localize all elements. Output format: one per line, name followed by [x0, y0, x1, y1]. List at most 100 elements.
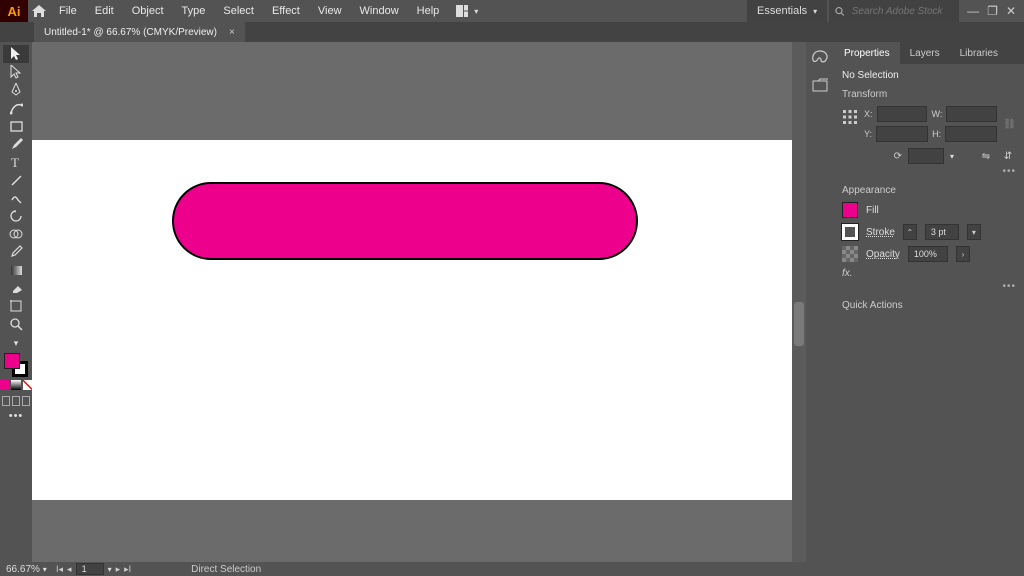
menu-view[interactable]: View	[309, 5, 351, 17]
opacity-field[interactable]: 100%	[908, 246, 948, 262]
pen-tool[interactable]	[3, 81, 29, 99]
document-tab[interactable]: Untitled-1* @ 66.67% (CMYK/Preview) ×	[34, 22, 245, 42]
more-options-icon[interactable]: •••	[842, 281, 1016, 292]
selection-tool[interactable]	[3, 45, 29, 63]
stroke-swatch[interactable]	[842, 224, 858, 240]
eraser-tool[interactable]	[3, 279, 29, 297]
paintbrush-tool[interactable]	[3, 135, 29, 153]
close-icon[interactable]: ✕	[1006, 4, 1016, 18]
color-panel-icon[interactable]	[811, 50, 829, 64]
rotate-icon: ⟳	[894, 151, 902, 162]
status-bar: 66.67% ▾ I◂ ◂ 1 ▾ ▸ ▸I Direct Selection	[0, 562, 1024, 576]
shaper-tool[interactable]	[3, 189, 29, 207]
chevron-down-icon: ▾	[813, 7, 817, 16]
opacity-swatch[interactable]	[842, 246, 858, 262]
w-field[interactable]	[946, 106, 997, 122]
workspace-switcher[interactable]: Essentials ▾	[747, 0, 827, 22]
current-tool-label: Direct Selection	[191, 564, 261, 575]
line-segment-tool[interactable]	[3, 171, 29, 189]
tab-close-icon[interactable]: ×	[229, 27, 235, 38]
workspace-label: Essentials	[757, 5, 807, 17]
fill-swatch[interactable]	[842, 202, 858, 218]
artboard-number-field[interactable]: 1	[76, 563, 104, 575]
opacity-expand-icon[interactable]: ›	[956, 246, 970, 262]
menu-object[interactable]: Object	[123, 5, 173, 17]
more-options-icon[interactable]: •••	[842, 166, 1016, 177]
canvas-area[interactable]	[32, 42, 806, 562]
vertical-scrollbar[interactable]	[792, 42, 806, 562]
search-icon	[835, 6, 845, 17]
next-artboard-icon[interactable]: ▸	[116, 564, 121, 575]
stroke-profile-dropdown[interactable]: ▾	[967, 224, 981, 240]
stroke-stepper-icon[interactable]: ⌃	[903, 224, 917, 240]
tab-properties[interactable]: Properties	[834, 42, 900, 64]
type-tool[interactable]: T	[3, 153, 29, 171]
more-tools-icon[interactable]: •••	[9, 410, 24, 422]
x-field[interactable]	[877, 106, 928, 122]
y-field[interactable]	[876, 126, 928, 142]
fill-swatch[interactable]	[4, 353, 20, 369]
draw-modes[interactable]	[1, 396, 31, 406]
h-label: H:	[932, 129, 941, 139]
dock-panel-icons	[806, 42, 834, 562]
menu-edit[interactable]: Edit	[86, 5, 123, 17]
rotation-field[interactable]	[908, 148, 944, 164]
rounded-rectangle-shape[interactable]	[172, 182, 638, 260]
home-icon[interactable]	[28, 5, 50, 17]
gradient-tool[interactable]	[3, 261, 29, 279]
direct-selection-tool[interactable]	[3, 63, 29, 81]
tab-libraries[interactable]: Libraries	[950, 42, 1008, 64]
shape-builder-tool[interactable]	[3, 225, 29, 243]
rotate-tool[interactable]	[3, 207, 29, 225]
artboard-tool[interactable]	[3, 297, 29, 315]
arrange-documents-icon[interactable]: ▾	[456, 3, 484, 19]
first-artboard-icon[interactable]: I◂	[56, 564, 63, 575]
appearance-section-title: Appearance	[842, 185, 1016, 196]
flip-vertical-icon[interactable]: ⇵	[1000, 148, 1016, 164]
curvature-tool[interactable]	[3, 99, 29, 117]
menu-help[interactable]: Help	[408, 5, 449, 17]
fill-stroke-swatches[interactable]	[4, 353, 28, 377]
search-input[interactable]	[850, 5, 953, 18]
menu-file[interactable]: File	[50, 5, 86, 17]
zoom-level[interactable]: 66.67% ▾	[0, 564, 50, 575]
w-label: W:	[931, 109, 942, 119]
reference-point-icon[interactable]	[842, 109, 858, 128]
selection-status: No Selection	[842, 70, 1016, 81]
scrollbar-thumb[interactable]	[794, 302, 804, 346]
window-controls: — ❐ ✕	[959, 4, 1024, 18]
libraries-panel-icon[interactable]	[812, 78, 828, 92]
tab-layers[interactable]: Layers	[900, 42, 950, 64]
app-logo: Ai	[0, 0, 28, 22]
menu-window[interactable]: Window	[351, 5, 408, 17]
rectangle-tool[interactable]	[3, 117, 29, 135]
menu-bar: Ai File Edit Object Type Select Effect V…	[0, 0, 1024, 22]
svg-text:T: T	[11, 156, 19, 168]
menu-select[interactable]: Select	[214, 5, 263, 17]
zoom-tool[interactable]	[3, 315, 29, 333]
menu-effect[interactable]: Effect	[263, 5, 309, 17]
menu-type[interactable]: Type	[173, 5, 215, 17]
constrain-proportions-icon[interactable]: ⛓	[1003, 119, 1016, 130]
y-label: Y:	[864, 129, 872, 139]
flip-horizontal-icon[interactable]: ⇋	[978, 148, 994, 164]
menu-items: File Edit Object Type Select Effect View…	[50, 5, 448, 17]
transform-section-title: Transform	[842, 89, 1016, 100]
properties-panel: Properties Layers Libraries No Selection…	[834, 42, 1024, 562]
document-tab-strip: Untitled-1* @ 66.67% (CMYK/Preview) ×	[0, 22, 1024, 42]
fx-label[interactable]: fx.	[842, 268, 1016, 279]
gradient-mode-icon[interactable]	[11, 380, 21, 390]
stroke-label: Stroke	[866, 227, 895, 238]
eyedropper-tool[interactable]	[3, 243, 29, 261]
last-artboard-icon[interactable]: ▸I	[124, 564, 131, 575]
edit-toolbar-icon[interactable]: ▾	[3, 337, 29, 349]
minimize-icon[interactable]: —	[967, 4, 979, 18]
prev-artboard-icon[interactable]: ◂	[67, 564, 72, 575]
stroke-weight-field[interactable]: 3 pt	[925, 224, 959, 240]
artboard[interactable]	[32, 140, 792, 500]
search-stock[interactable]	[829, 0, 959, 22]
chevron-down-icon[interactable]: ▾	[950, 152, 954, 161]
color-mode-icon[interactable]	[0, 380, 9, 390]
h-field[interactable]	[945, 126, 997, 142]
restore-icon[interactable]: ❐	[987, 4, 998, 18]
